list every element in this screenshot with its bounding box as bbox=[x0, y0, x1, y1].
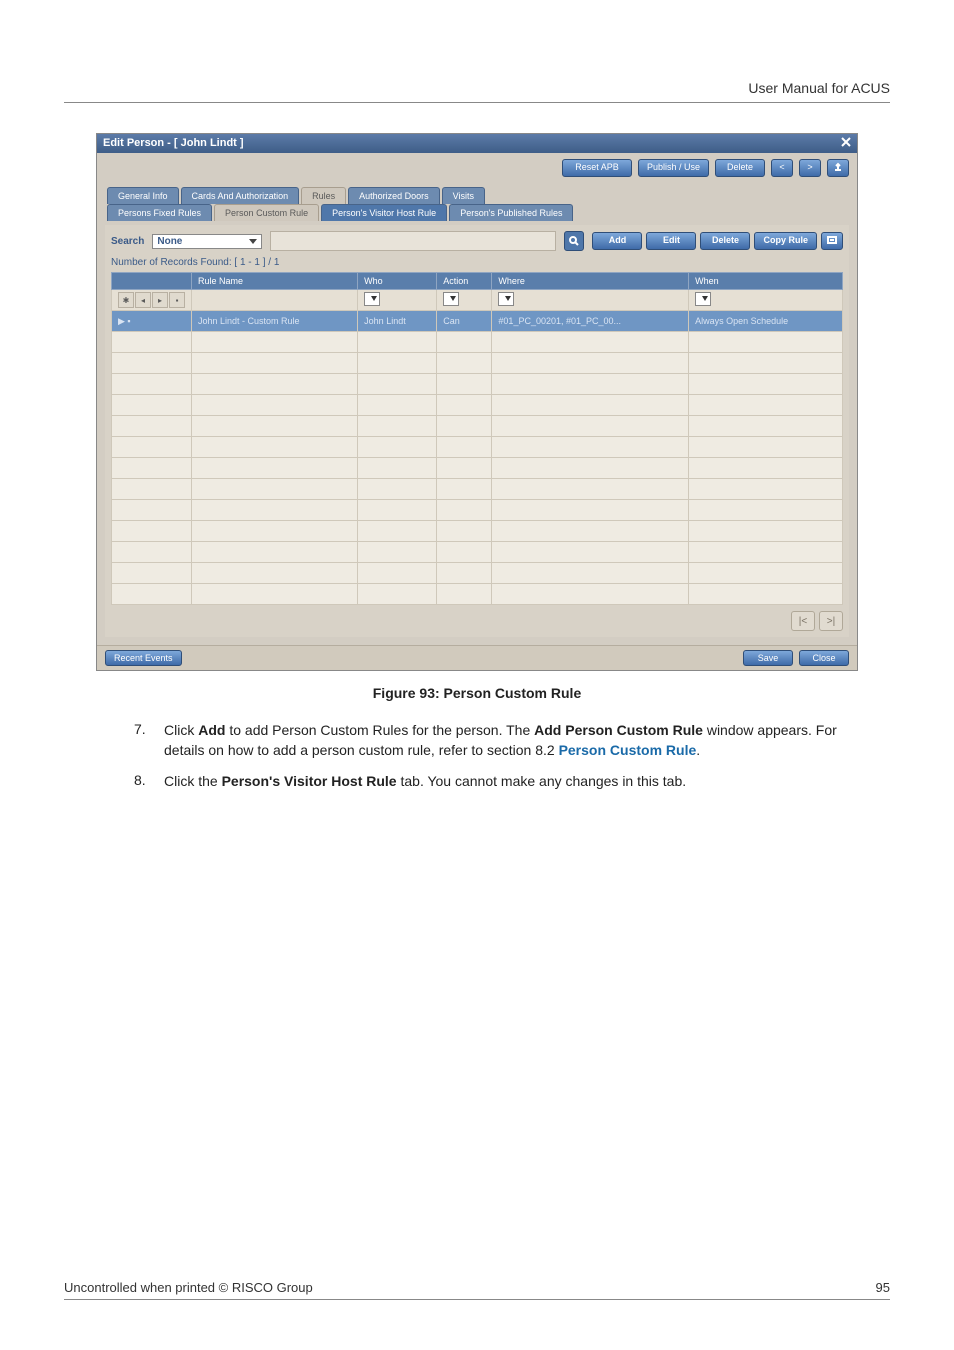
subtab-fixed-rules[interactable]: Persons Fixed Rules bbox=[107, 204, 212, 221]
col-blank bbox=[112, 273, 192, 290]
rules-grid: Rule Name Who Action Where When ✱◂▸▪ ▶ ▪ bbox=[111, 272, 843, 605]
col-when[interactable]: When bbox=[689, 273, 843, 290]
page-number: 95 bbox=[876, 1280, 890, 1295]
publish-button[interactable]: Publish / Use bbox=[638, 159, 709, 177]
bold-window: Add Person Custom Rule bbox=[534, 722, 703, 738]
add-rule-button[interactable]: Add bbox=[592, 232, 642, 250]
filter-when[interactable] bbox=[695, 292, 711, 306]
cell-action: Can bbox=[437, 311, 492, 332]
cell-who: John Lindt bbox=[358, 311, 437, 332]
row-indicator: ▶ ▪ bbox=[112, 311, 192, 332]
pager-prev[interactable]: |< bbox=[791, 611, 815, 631]
save-button[interactable]: Save bbox=[743, 650, 793, 666]
cell-where: #01_PC_00201, #01_PC_00... bbox=[492, 311, 689, 332]
records-count: Number of Records Found: [ 1 - 1 ] / 1 bbox=[111, 257, 843, 268]
filter-action[interactable] bbox=[443, 292, 459, 306]
filter-row: ✱◂▸▪ bbox=[112, 290, 843, 311]
subtab-visitor-host[interactable]: Person's Visitor Host Rule bbox=[321, 204, 447, 221]
step-7: 7. Click Add to add Person Custom Rules … bbox=[134, 721, 850, 760]
chevron-down-icon bbox=[249, 239, 257, 244]
copy-rule-button[interactable]: Copy Rule bbox=[754, 232, 817, 250]
close-button[interactable]: Close bbox=[799, 650, 849, 666]
export-icon[interactable] bbox=[827, 159, 849, 177]
nav-next-button[interactable]: > bbox=[799, 159, 821, 177]
step-8: 8. Click the Person's Visitor Host Rule … bbox=[134, 772, 850, 792]
window-title-text: Edit Person - [ John Lindt ] bbox=[103, 137, 244, 150]
tab-cards-auth[interactable]: Cards And Authorization bbox=[181, 187, 300, 204]
figure-caption: Figure 93: Person Custom Rule bbox=[64, 685, 890, 701]
close-icon[interactable] bbox=[841, 137, 851, 150]
subtab-custom-rule[interactable]: Person Custom Rule bbox=[214, 204, 319, 221]
bold-add: Add bbox=[198, 722, 225, 738]
subtab-published-rules[interactable]: Person's Published Rules bbox=[449, 204, 573, 221]
report-icon[interactable] bbox=[821, 232, 843, 250]
search-dropdown[interactable]: None bbox=[152, 234, 262, 249]
col-action[interactable]: Action bbox=[437, 273, 492, 290]
step-number: 7. bbox=[134, 721, 164, 760]
step-number: 8. bbox=[134, 772, 164, 792]
delete-person-button[interactable]: Delete bbox=[715, 159, 765, 177]
tab-rules[interactable]: Rules bbox=[301, 187, 346, 204]
cell-when: Always Open Schedule bbox=[689, 311, 843, 332]
cell-rule-name: John Lindt - Custom Rule bbox=[192, 311, 358, 332]
window-titlebar: Edit Person - [ John Lindt ] bbox=[97, 134, 857, 153]
delete-rule-button[interactable]: Delete bbox=[700, 232, 750, 250]
row-nav-icons[interactable]: ✱◂▸▪ bbox=[118, 292, 185, 308]
col-who[interactable]: Who bbox=[358, 273, 437, 290]
search-icon[interactable] bbox=[564, 231, 584, 251]
col-where[interactable]: Where bbox=[492, 273, 689, 290]
filter-who[interactable] bbox=[364, 292, 380, 306]
header-title: User Manual for ACUS bbox=[748, 80, 890, 96]
footer-left: Uncontrolled when printed © RISCO Group bbox=[64, 1280, 313, 1295]
edit-rule-button[interactable]: Edit bbox=[646, 232, 696, 250]
pager-next[interactable]: >| bbox=[819, 611, 843, 631]
col-rule-name[interactable]: Rule Name bbox=[192, 273, 358, 290]
recent-events-button[interactable]: Recent Events bbox=[105, 650, 182, 666]
search-value: None bbox=[157, 236, 182, 247]
tab-general-info[interactable]: General Info bbox=[107, 187, 179, 204]
nav-prev-button[interactable]: < bbox=[771, 159, 793, 177]
reset-apb-button[interactable]: Reset APB bbox=[562, 159, 632, 177]
filter-where[interactable] bbox=[498, 292, 514, 306]
search-label: Search bbox=[111, 236, 144, 247]
screenshot-figure: Edit Person - [ John Lindt ] Reset APB P… bbox=[96, 133, 858, 671]
table-row[interactable]: ▶ ▪ John Lindt - Custom Rule John Lindt … bbox=[112, 311, 843, 332]
link-person-custom-rule[interactable]: Person Custom Rule bbox=[559, 742, 697, 758]
bold-visitor-tab: Person's Visitor Host Rule bbox=[222, 773, 397, 789]
tab-visits[interactable]: Visits bbox=[442, 187, 485, 204]
search-text-input[interactable] bbox=[270, 231, 556, 251]
tab-auth-doors[interactable]: Authorized Doors bbox=[348, 187, 440, 204]
